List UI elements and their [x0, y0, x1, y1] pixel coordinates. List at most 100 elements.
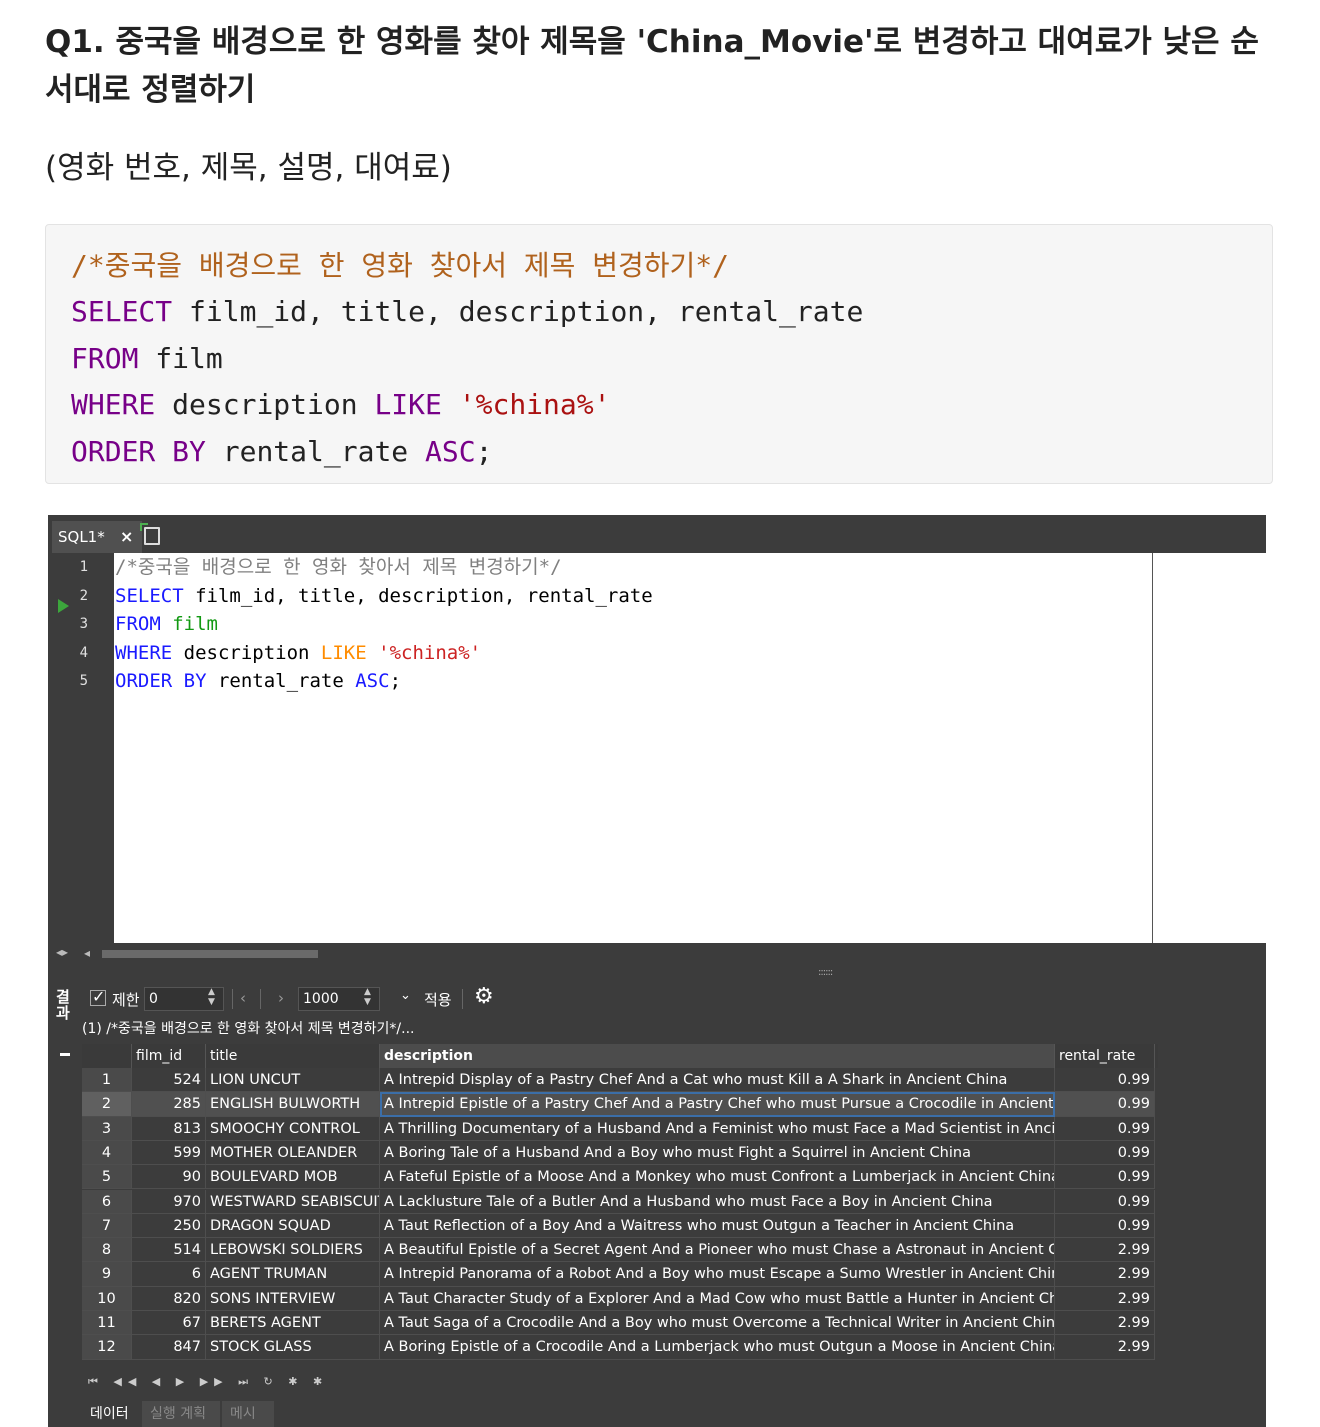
title-cell[interactable]: MOTHER OLEANDER [206, 1140, 380, 1166]
description-cell[interactable]: A Taut Character Study of a Explorer And… [380, 1286, 1055, 1311]
rental-rate-cell[interactable]: 0.99 [1055, 1116, 1155, 1141]
rental-rate-cell[interactable]: 0.99 [1055, 1213, 1155, 1239]
table-row[interactable]: 12 847 STOCK GLASS A Boring Epistle of a Cr… [82, 1335, 1158, 1360]
description-cell[interactable]: A Taut Reflection of a Boy And a Waitres… [380, 1213, 1055, 1239]
column-header-title[interactable]: title [206, 1044, 380, 1068]
rental-rate-cell[interactable]: 2.99 [1055, 1311, 1155, 1336]
table-row[interactable]: 2 285 ENGLISH BULWORTH A Intrepid Epistle o… [82, 1092, 1158, 1117]
title-cell[interactable]: BOULEVARD MOB [206, 1165, 380, 1190]
column-header-film_id[interactable]: film_id [132, 1044, 206, 1068]
film-id-cell[interactable]: 285 [132, 1092, 206, 1117]
film-id-cell[interactable]: 970 [132, 1189, 206, 1214]
film-id-cell[interactable]: 847 [132, 1335, 206, 1360]
description-cell[interactable]: A Lacklusture Tale of a Butler And a Hus… [380, 1189, 1055, 1214]
page-size-spinner[interactable]: ▲ ▼ [364, 987, 371, 1007]
editor-line[interactable]: SELECT film_id, title, description, rent… [115, 582, 653, 611]
scrollbar-thumb[interactable] [102, 950, 318, 958]
bottom-tab-0[interactable]: 데이터 [82, 1401, 140, 1427]
table-row[interactable]: 3 813 SMOOCHY CONTROL A Thrilling Documenta… [82, 1116, 1158, 1141]
table-row[interactable]: 4 599 MOTHER OLEANDER A Boring Tale of a Hu… [82, 1140, 1158, 1166]
chevron-down-icon[interactable]: ⌄ [400, 988, 411, 1003]
table-row[interactable]: 5 90 BOULEVARD MOB A Fateful Epistle of a M… [82, 1165, 1158, 1190]
rental-rate-cell[interactable]: 2.99 [1055, 1262, 1155, 1287]
column-header-rental_rate[interactable]: rental_rate [1055, 1044, 1155, 1068]
split-icon[interactable]: ◂▸ [56, 945, 68, 959]
description-cell[interactable]: A Intrepid Panorama of a Robot And a Boy… [380, 1262, 1055, 1287]
title-cell[interactable]: LION UNCUT [206, 1068, 380, 1093]
description-cell[interactable]: A Thrilling Documentary of a Husband And… [380, 1116, 1055, 1141]
row-number-cell[interactable]: 1 [82, 1068, 132, 1093]
scroll-left-icon[interactable]: ◂ [84, 946, 90, 960]
rental-rate-cell[interactable]: 0.99 [1055, 1092, 1155, 1117]
grid-navigation-bar[interactable]: ⏮ ◀◀ ◀ ▶ ▶▶ ⏭ ↻ ✱ ✱ [82, 1370, 1266, 1394]
table-row[interactable]: 10 820 SONS INTERVIEW A Taut Character Stud… [82, 1286, 1158, 1311]
column-header-description[interactable]: description [380, 1044, 1055, 1068]
close-icon[interactable]: × [120, 521, 133, 553]
rental-rate-cell[interactable]: 0.99 [1055, 1165, 1155, 1190]
checkbox-icon[interactable] [90, 987, 106, 1006]
gear-icon[interactable]: ⚙ [474, 984, 494, 1009]
row-number-cell[interactable]: 12 [82, 1335, 132, 1360]
grid-corner[interactable] [82, 1044, 132, 1068]
new-tab-icon[interactable] [140, 523, 160, 545]
table-row[interactable]: 8 514 LEBOWSKI SOLDIERS A Beautiful Epistle… [82, 1238, 1158, 1263]
description-cell[interactable]: A Intrepid Display of a Pastry Chef And … [380, 1068, 1055, 1093]
film-id-cell[interactable]: 813 [132, 1116, 206, 1141]
film-id-cell[interactable]: 514 [132, 1238, 206, 1263]
description-cell[interactable]: A Beautiful Epistle of a Secret Agent An… [380, 1238, 1055, 1263]
prev-page-icon[interactable]: ‹ [240, 989, 246, 1007]
rental-rate-cell[interactable]: 2.99 [1055, 1286, 1155, 1311]
row-number-cell[interactable]: 4 [82, 1140, 132, 1166]
film-id-cell[interactable]: 90 [132, 1165, 206, 1190]
rental-rate-cell[interactable]: 0.99 [1055, 1140, 1155, 1166]
editor-horizontal-scrollbar[interactable]: ◂▸ ◂ [48, 943, 1266, 965]
rental-rate-cell[interactable]: 2.99 [1055, 1335, 1155, 1360]
film-id-cell[interactable]: 67 [132, 1311, 206, 1336]
rental-rate-cell[interactable]: 0.99 [1055, 1068, 1155, 1093]
table-row[interactable]: 6 970 WESTWARD SEABISCUIT A Lacklusture Tal… [82, 1189, 1158, 1214]
editor-line[interactable]: FROM film [115, 610, 218, 639]
editor-line[interactable]: ORDER BY rental_rate ASC; [115, 667, 401, 696]
film-id-cell[interactable]: 250 [132, 1213, 206, 1239]
row-number-cell[interactable]: 10 [82, 1286, 132, 1311]
description-cell[interactable]: A Fateful Epistle of a Moose And a Monke… [380, 1165, 1055, 1190]
row-number-cell[interactable]: 8 [82, 1238, 132, 1263]
description-cell[interactable]: A Intrepid Epistle of a Pastry Chef And … [380, 1092, 1055, 1117]
offset-spinner[interactable]: ▲ ▼ [208, 987, 215, 1007]
title-cell[interactable]: AGENT TRUMAN [206, 1262, 380, 1287]
film-id-cell[interactable]: 524 [132, 1068, 206, 1093]
collapse-icon[interactable] [60, 1053, 70, 1056]
film-id-cell[interactable]: 599 [132, 1140, 206, 1166]
rental-rate-cell[interactable]: 2.99 [1055, 1238, 1155, 1263]
bottom-tab-1[interactable]: 실행 계획 [142, 1401, 220, 1427]
description-cell[interactable]: A Taut Saga of a Crocodile And a Boy who… [380, 1311, 1055, 1336]
table-row[interactable]: 7 250 DRAGON SQUAD A Taut Reflection of a B… [82, 1213, 1158, 1239]
row-number-cell[interactable]: 6 [82, 1189, 132, 1214]
description-cell[interactable]: A Boring Epistle of a Crocodile And a Lu… [380, 1335, 1055, 1360]
row-number-cell[interactable]: 11 [82, 1311, 132, 1336]
editor-line[interactable]: /*중국을 배경으로 한 영화 찾아서 제목 변경하기*/ [115, 553, 562, 582]
title-cell[interactable]: ENGLISH BULWORTH [206, 1092, 380, 1117]
title-cell[interactable]: BERETS AGENT [206, 1311, 380, 1336]
table-row[interactable]: 1 524 LION UNCUT A Intrepid Display of a Pa… [82, 1068, 1158, 1093]
bottom-tab-2[interactable]: 메시지 [222, 1401, 274, 1427]
title-cell[interactable]: WESTWARD SEABISCUIT [206, 1189, 380, 1214]
row-number-cell[interactable]: 9 [82, 1262, 132, 1287]
title-cell[interactable]: SONS INTERVIEW [206, 1286, 380, 1311]
title-cell[interactable]: LEBOWSKI SOLDIERS [206, 1238, 380, 1263]
title-cell[interactable]: SMOOCHY CONTROL [206, 1116, 380, 1141]
pane-divider-grip[interactable]: :::::: [818, 967, 833, 978]
row-number-cell[interactable]: 3 [82, 1116, 132, 1141]
row-number-cell[interactable]: 7 [82, 1213, 132, 1239]
film-id-cell[interactable]: 820 [132, 1286, 206, 1311]
row-number-cell[interactable]: 2 [82, 1092, 132, 1117]
description-cell[interactable]: A Boring Tale of a Husband And a Boy who… [380, 1140, 1055, 1166]
tab-sql1[interactable]: SQL1* × [52, 521, 142, 553]
next-page-icon[interactable]: › [278, 989, 284, 1007]
table-row[interactable]: 11 67 BERETS AGENT A Taut Saga of a Crocodi… [82, 1311, 1158, 1336]
table-row[interactable]: 9 6 AGENT TRUMAN A Intrepid Panorama of a R… [82, 1262, 1158, 1287]
rental-rate-cell[interactable]: 0.99 [1055, 1189, 1155, 1214]
title-cell[interactable]: STOCK GLASS [206, 1335, 380, 1360]
apply-button[interactable]: 적용 [424, 989, 452, 1010]
title-cell[interactable]: DRAGON SQUAD [206, 1213, 380, 1239]
